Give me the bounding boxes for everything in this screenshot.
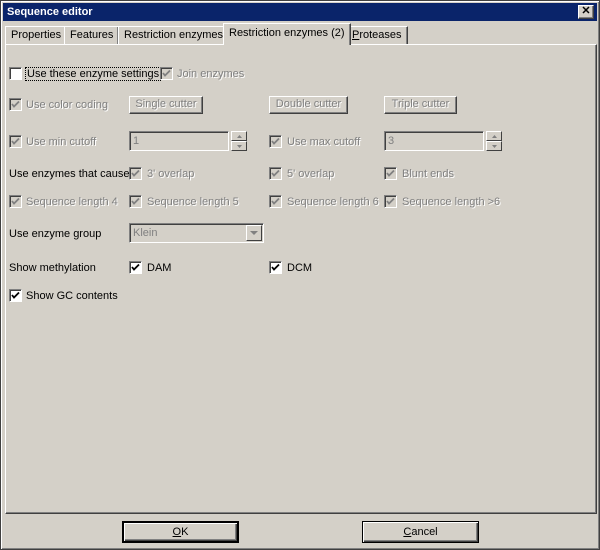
check-icon: [11, 197, 20, 205]
enzyme-group-value: Klein: [133, 227, 158, 239]
overlap3-checkbox[interactable]: [129, 167, 142, 180]
arrow-down-icon: [492, 145, 497, 148]
check-icon: [271, 169, 280, 177]
tab-label: Properties: [11, 29, 62, 41]
color-coding-checkbox[interactable]: [9, 98, 22, 111]
arrow-up-icon: [237, 135, 242, 138]
seq5-label: Sequence length 5: [147, 196, 239, 208]
dam-checkbox[interactable]: [129, 261, 142, 274]
tab-features[interactable]: Features: [64, 26, 120, 44]
check-icon: [162, 69, 171, 77]
check-icon: [131, 197, 140, 205]
spin-down-button[interactable]: [486, 141, 502, 151]
overlap5-label: 5' overlap: [287, 168, 335, 180]
check-icon: [131, 263, 140, 271]
tab-label: Restriction enzymes (2): [229, 27, 345, 39]
dam-label: DAM: [147, 262, 172, 274]
arrow-up-icon: [492, 135, 497, 138]
join-enzymes-checkbox[interactable]: [160, 67, 173, 80]
check-icon: [271, 197, 280, 205]
tab-label: Features: [70, 29, 114, 41]
check-icon: [271, 137, 280, 145]
check-icon: [386, 169, 395, 177]
seq6plus-checkbox[interactable]: [384, 195, 397, 208]
window-title: Sequence editor: [7, 6, 93, 18]
ok-mnemonic: O: [172, 526, 182, 538]
single-cutter-button[interactable]: Single cutter: [129, 96, 203, 114]
ok-button[interactable]: OK: [122, 521, 239, 543]
check-icon: [271, 263, 280, 271]
triple-cutter-button[interactable]: Triple cutter: [384, 96, 457, 114]
seq6plus-label: Sequence length >6: [402, 196, 501, 208]
max-cutoff-label: Use max cutoff: [287, 136, 361, 148]
max-cutoff-input[interactable]: 3: [384, 131, 484, 151]
cancel-label: ancel: [411, 526, 438, 538]
check-icon: [11, 100, 20, 108]
close-button[interactable]: ✕: [578, 5, 594, 19]
tab-properties[interactable]: Properties: [5, 26, 68, 44]
seq4-label: Sequence length 4: [26, 196, 118, 208]
tab-strip: Properties Features Restriction enzymes …: [5, 23, 597, 45]
max-cutoff-spinner[interactable]: [486, 131, 502, 151]
dcm-label: DCM: [287, 262, 313, 274]
tab-restriction-enzymes-2[interactable]: Restriction enzymes (2): [223, 23, 351, 45]
dcm-checkbox[interactable]: [269, 261, 282, 274]
blunt-checkbox[interactable]: [384, 167, 397, 180]
close-icon: ✕: [581, 5, 591, 17]
double-cutter-button[interactable]: Double cutter: [269, 96, 348, 114]
spin-down-button[interactable]: [231, 141, 247, 151]
overlap3-label: 3' overlap: [147, 168, 195, 180]
use-settings-checkbox[interactable]: [9, 67, 22, 80]
join-enzymes-label: Join enzymes: [177, 68, 245, 80]
enzyme-group-select[interactable]: Klein: [129, 223, 264, 243]
blunt-label: Blunt ends: [402, 168, 454, 180]
sequence-editor-window: Sequence editor ✕ Properties Features Re…: [0, 0, 600, 550]
ok-label: K: [181, 526, 189, 538]
min-cutoff-label: Use min cutoff: [26, 136, 97, 148]
cause-label: Use enzymes that cause: [9, 168, 130, 180]
seq5-checkbox[interactable]: [129, 195, 142, 208]
tab-restriction-enzymes[interactable]: Restriction enzymes: [118, 26, 230, 44]
check-icon: [386, 197, 395, 205]
combo-dropdown-button[interactable]: [246, 225, 262, 241]
color-coding-label: Use color coding: [26, 99, 108, 111]
arrow-down-icon: [237, 145, 242, 148]
tab-panel: Use these enzyme settings Join enzymes U…: [5, 44, 597, 514]
tab-label: Restriction enzymes: [124, 29, 224, 41]
check-icon: [11, 137, 20, 145]
use-settings-label[interactable]: Use these enzyme settings: [24, 67, 162, 81]
min-cutoff-checkbox[interactable]: [9, 135, 22, 148]
min-cutoff-input[interactable]: 1: [129, 131, 229, 151]
check-icon: [11, 291, 20, 299]
chevron-down-icon: [250, 231, 258, 235]
spin-up-button[interactable]: [231, 131, 247, 141]
methylation-label: Show methylation: [9, 262, 96, 274]
max-cutoff-checkbox[interactable]: [269, 135, 282, 148]
gc-contents-label: Show GC contents: [26, 290, 118, 302]
tab-label: roteases: [359, 29, 402, 41]
seq4-checkbox[interactable]: [9, 195, 22, 208]
overlap5-checkbox[interactable]: [269, 167, 282, 180]
seq6-checkbox[interactable]: [269, 195, 282, 208]
tab-proteases[interactable]: Proteases: [346, 26, 408, 44]
seq6-label: Sequence length 6: [287, 196, 379, 208]
check-icon: [131, 169, 140, 177]
cancel-button[interactable]: Cancel: [362, 521, 479, 543]
title-bar: Sequence editor ✕: [3, 3, 597, 21]
gc-contents-checkbox[interactable]: [9, 289, 22, 302]
min-cutoff-spinner[interactable]: [231, 131, 247, 151]
group-label: Use enzyme group: [9, 228, 102, 240]
spin-up-button[interactable]: [486, 131, 502, 141]
